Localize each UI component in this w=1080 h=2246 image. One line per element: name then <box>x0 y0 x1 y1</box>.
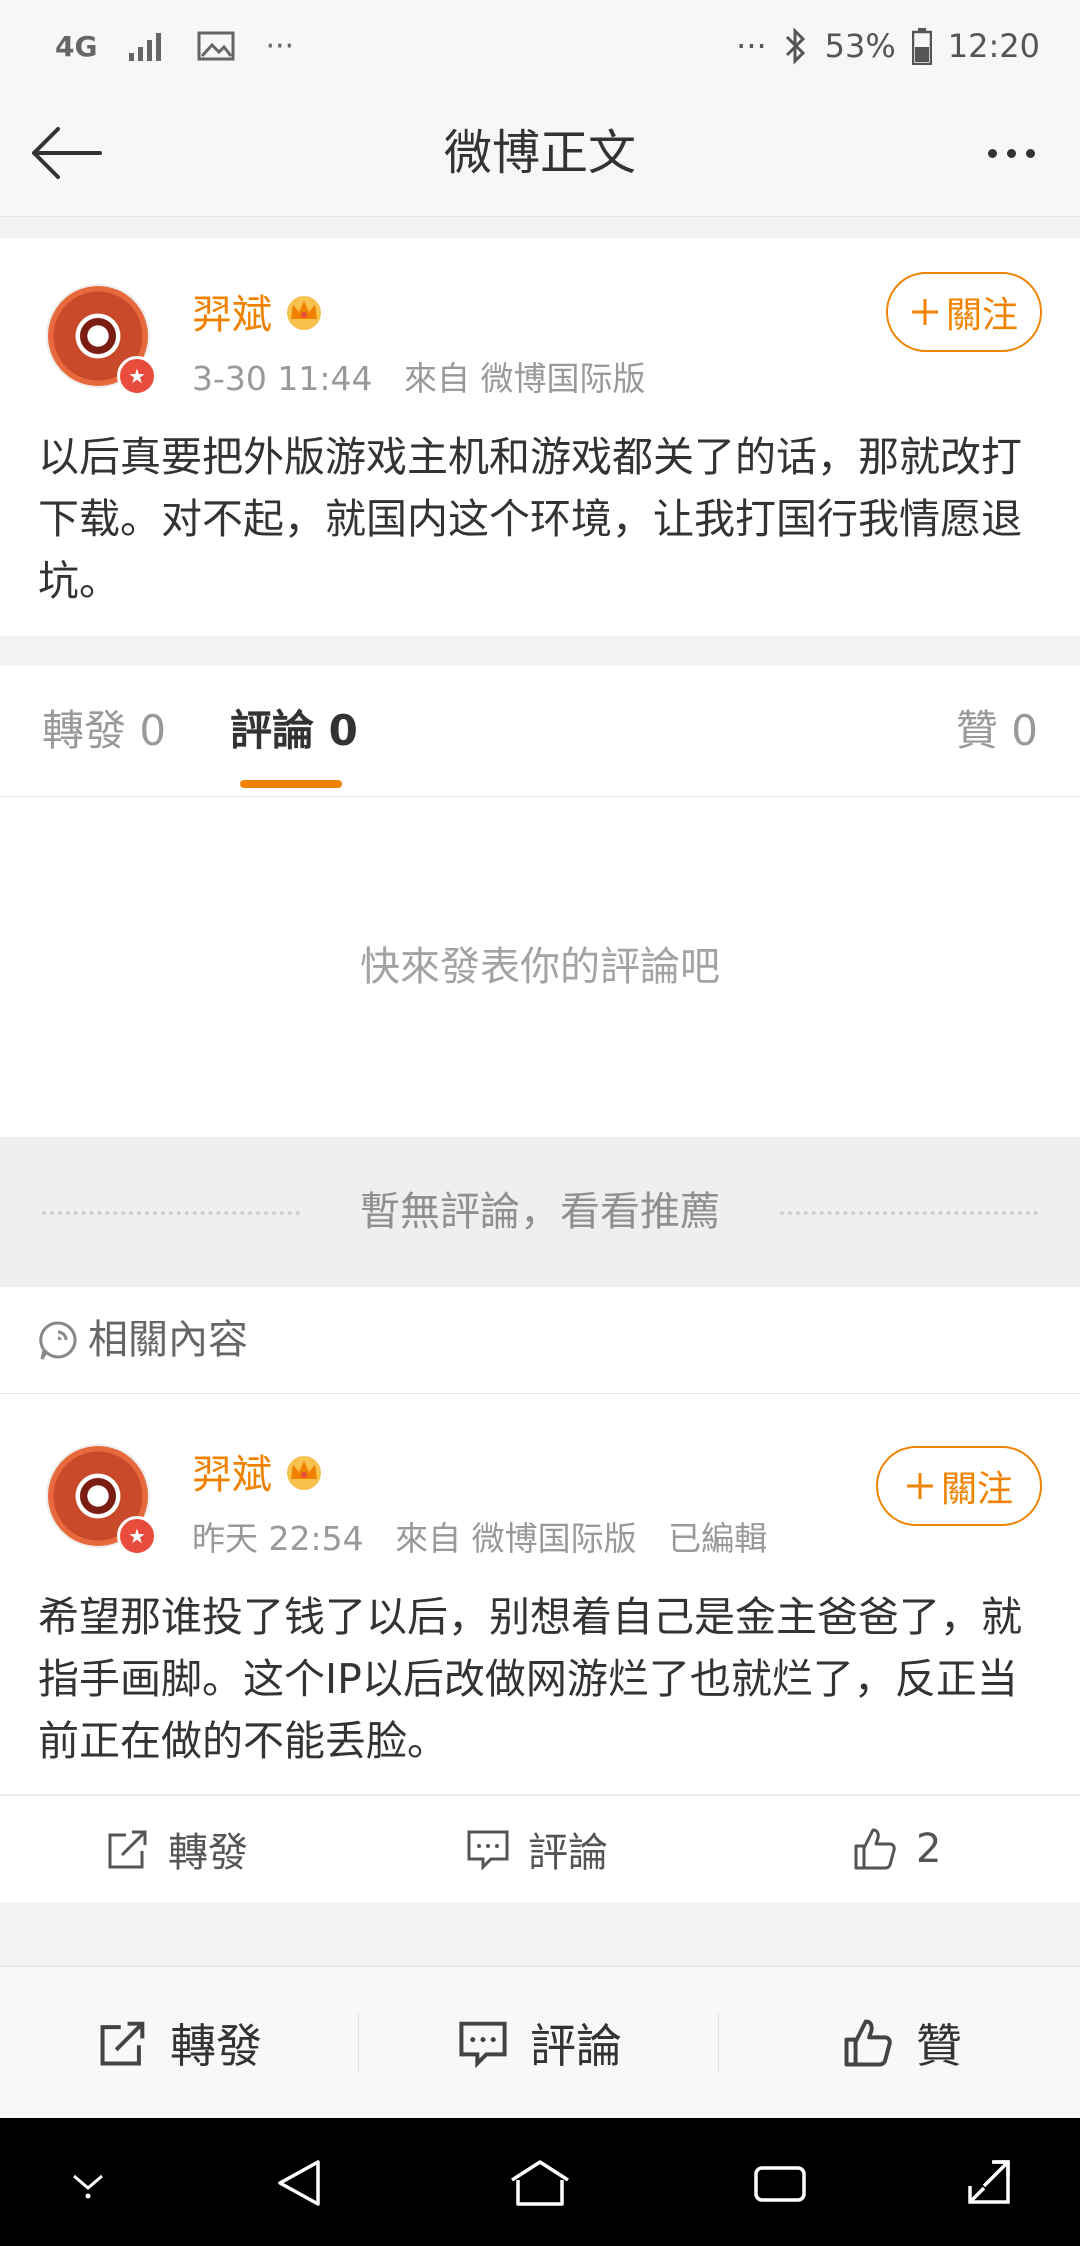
verified-badge-icon: ★ <box>117 1516 157 1556</box>
signal-icon <box>127 31 167 61</box>
tab-comment[interactable]: 評論 0 <box>230 666 358 796</box>
post-meta: 3-30 11:44 來自 微博国际版 <box>192 352 645 400</box>
comment-icon <box>467 1830 509 1871</box>
related-follow-button[interactable]: 關注 <box>876 1446 1042 1526</box>
follow-label: 關注 <box>940 1469 1013 1510</box>
bottom-comment-button[interactable]: 評論 <box>458 1967 622 2119</box>
interaction-tabs: 轉發 0 評論 0 贊 0 <box>0 666 1080 797</box>
related-content-icon <box>39 1321 77 1360</box>
repost-icon <box>100 2021 145 2066</box>
thumbs-up-icon <box>854 1828 896 1870</box>
status-right: ··· 53% 12:20 <box>736 18 1040 74</box>
bottom-repost-button[interactable]: 轉發 <box>98 1967 262 2119</box>
follow-label: 關注 <box>945 295 1018 336</box>
tab-like[interactable]: 贊 0 <box>956 666 1038 796</box>
image-icon <box>197 31 235 61</box>
bottom-like-label: 贊 <box>916 2019 962 2073</box>
status-more-right: ··· <box>736 27 767 65</box>
related-post-author: 羿斌 <box>192 1442 326 1500</box>
more-dots-icon <box>987 148 997 158</box>
bottom-comment-label: 評論 <box>530 2019 622 2073</box>
home-nav-icon[interactable] <box>508 2158 572 2208</box>
status-more: ··· <box>265 28 295 64</box>
active-tab-indicator <box>240 780 342 788</box>
comment-label: 評論 <box>528 1830 608 1876</box>
tab-repost[interactable]: 轉發 0 <box>42 666 166 796</box>
app-header: 微博正文 <box>0 90 1080 217</box>
comment-icon <box>459 2021 507 2068</box>
hide-keyboard-icon[interactable] <box>66 2166 110 2200</box>
empty-comments-text[interactable]: 快來發表你的評論吧 <box>0 797 1080 1137</box>
bottom-action-bar: 轉發 評論 贊 <box>0 1966 1080 2119</box>
back-nav-icon[interactable] <box>274 2158 324 2208</box>
related-post-actions: 轉發 評論 2 <box>0 1795 1080 1902</box>
related-post-text: 希望那谁投了钱了以后，别想着自己是金主爸爸了，就指手画脚。这个IP以后改做网游烂… <box>38 1593 1022 1765</box>
thumbs-up-icon <box>844 2019 892 2067</box>
like-button[interactable]: 2 <box>852 1796 941 1902</box>
dotted-divider-right <box>780 1211 1038 1219</box>
battery-percent: 53% <box>824 27 896 65</box>
post-author: 羿斌 <box>192 282 326 340</box>
like-count: 2 <box>916 1826 942 1872</box>
related-post-time: 昨天 22:54 <box>192 1519 364 1558</box>
related-post-card[interactable]: ★ 羿斌 昨天 22:54 來自 微博国际版 已編輯 關注 希望那谁投了钱了以后… <box>0 1394 1080 1794</box>
back-arrow-icon <box>32 127 102 179</box>
edited-label: 已編輯 <box>668 1519 768 1558</box>
repost-button[interactable]: 轉發 <box>106 1796 248 1902</box>
username[interactable]: 羿斌 <box>192 1442 272 1500</box>
more-dot <box>1006 148 1016 158</box>
follow-button[interactable]: 關注 <box>886 272 1042 352</box>
post-text: 以后真要把外版游戏主机和游戏都关了的话，那就改打下载。对不起，就国内这个环境，让… <box>38 433 1022 605</box>
repost-label: 轉發 <box>168 1830 248 1876</box>
clock: 12:20 <box>947 27 1040 65</box>
bluetooth-icon <box>783 26 809 66</box>
status-bar: 4G ··· ··· 53% 12:20 <box>0 0 1080 90</box>
repost-icon <box>108 1830 147 1869</box>
system-nav-bar <box>0 2118 1080 2246</box>
username[interactable]: 羿斌 <box>192 282 272 340</box>
comment-button[interactable]: 評論 <box>466 1796 608 1902</box>
more-options-button[interactable] <box>966 120 1056 186</box>
plus-icon <box>906 1473 933 1499</box>
recents-nav-icon[interactable] <box>752 2162 808 2206</box>
expand-screen-icon[interactable] <box>964 2156 1014 2208</box>
status-left: 4G ··· <box>55 18 294 74</box>
post-time: 3-30 11:44 <box>192 359 373 398</box>
page-title: 微博正文 <box>443 125 636 181</box>
comments-empty-state: 快來發表你的評論吧 <box>0 797 1080 1137</box>
verified-badge-icon: ★ <box>117 356 157 396</box>
more-dot <box>1025 148 1035 158</box>
bottom-repost-label: 轉發 <box>170 2019 262 2073</box>
separator <box>718 2013 719 2073</box>
related-header: 相關內容 <box>0 1287 1080 1394</box>
related-label: 相關內容 <box>88 1317 248 1363</box>
related-post-source: 來自 微博国际版 <box>395 1519 637 1558</box>
recommend-divider: 暫無評論，看看推薦 <box>0 1137 1080 1287</box>
separator <box>358 2013 359 2073</box>
plus-icon <box>911 299 938 325</box>
battery-icon <box>911 27 932 65</box>
network-indicator: 4G <box>55 29 98 63</box>
vip-crown-icon <box>287 296 321 330</box>
bottom-like-button[interactable]: 贊 <box>842 1967 962 2119</box>
post-card: ★ 羿斌 3-30 11:44 來自 微博国际版 關注 以后真要把外版游戏主机和… <box>0 238 1080 636</box>
related-post-meta: 昨天 22:54 來自 微博国际版 已編輯 <box>192 1512 767 1560</box>
vip-crown-icon <box>287 1456 321 1490</box>
back-button[interactable] <box>26 120 106 186</box>
post-source: 來自 微博国际版 <box>403 359 646 398</box>
